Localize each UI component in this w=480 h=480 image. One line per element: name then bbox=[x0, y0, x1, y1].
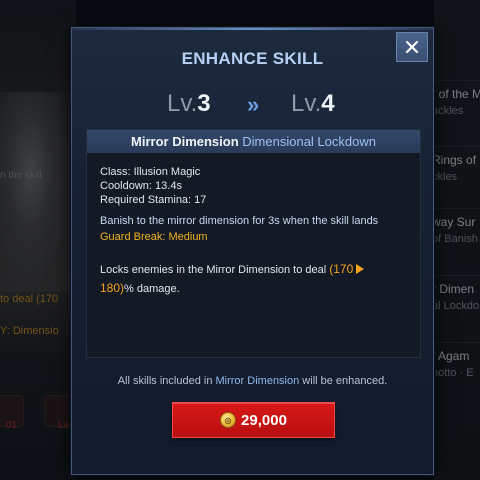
notice-skill-name: Mirror Dimension bbox=[215, 375, 300, 387]
gold-coin-icon: ◎ bbox=[220, 412, 237, 428]
level-change-row: Lv.3 » Lv.4 bbox=[72, 90, 433, 124]
skill-name: Mirror Dimension bbox=[131, 134, 239, 149]
damage-current-value: (170 bbox=[329, 262, 354, 276]
damage-next-value: 180) bbox=[100, 281, 125, 295]
effect-prefix: Locks enemies in the Mirror Dimension to… bbox=[100, 264, 330, 276]
effect-suffix: % damage. bbox=[124, 283, 180, 295]
enhance-notice: All skills included in Mirror Dimension … bbox=[72, 375, 433, 387]
skill-header: Mirror Dimension Dimensional Lockdown bbox=[87, 130, 420, 153]
skill-stamina: Required Stamina: 17 bbox=[100, 194, 207, 206]
double-chevron-right-icon: » bbox=[247, 92, 260, 117]
current-level-number: 3 bbox=[197, 90, 211, 117]
skill-class: Class: Illusion Magic bbox=[100, 166, 201, 178]
dialog-title: ENHANCE SKILL bbox=[181, 49, 324, 68]
close-icon bbox=[405, 40, 419, 54]
level-prefix: Lv. bbox=[291, 90, 322, 117]
skill-option-name: Dimensional Lockdown bbox=[242, 134, 376, 149]
skill-damage-description: Locks enemies in the Mirror Dimension to… bbox=[100, 260, 400, 298]
enhance-skill-dialog: ENHANCE SKILL Lv.3 » Lv.4 Mirror Dimensi… bbox=[71, 27, 434, 475]
next-level-number: 4 bbox=[321, 90, 335, 117]
skill-stats: Class: Illusion Magic Cooldown: 13.4s Re… bbox=[100, 165, 206, 207]
cost-amount: 29,000 bbox=[241, 411, 287, 429]
guard-break-text: Guard Break: Medium bbox=[100, 231, 208, 243]
skill-option-description: Banish to the mirror dimension for 3s wh… bbox=[100, 213, 378, 245]
enhance-confirm-button[interactable]: ◎ 29,000 bbox=[172, 402, 335, 438]
arrow-right-icon bbox=[356, 264, 365, 274]
notice-prefix: All skills included in bbox=[117, 375, 216, 387]
skill-cooldown: Cooldown: 13.4s bbox=[100, 180, 182, 192]
option-effect-text: Banish to the mirror dimension for 3s wh… bbox=[100, 215, 379, 227]
notice-suffix: will be enhanced. bbox=[299, 375, 388, 387]
next-level: Lv.4 bbox=[291, 90, 335, 118]
level-prefix: Lv. bbox=[167, 90, 198, 117]
close-button[interactable] bbox=[396, 32, 428, 62]
current-level: Lv.3 bbox=[167, 90, 211, 118]
skill-info-panel: Mirror Dimension Dimensional Lockdown Cl… bbox=[86, 129, 421, 358]
